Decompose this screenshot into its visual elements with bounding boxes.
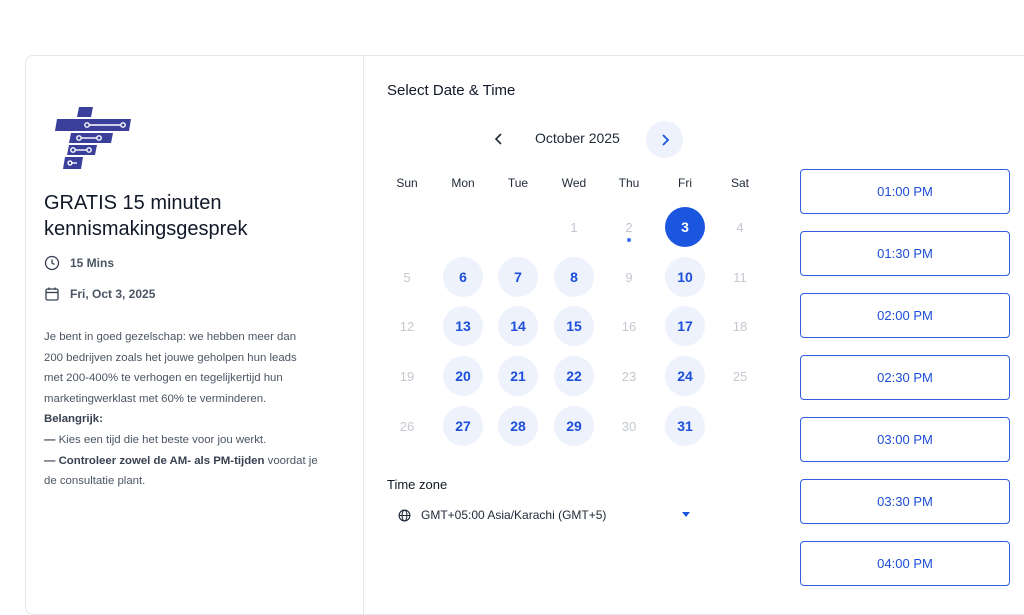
calendar-day-24[interactable]: 24 [665, 356, 705, 396]
event-title-line2: kennismakingsgesprek [44, 218, 248, 240]
weekday-tue: Tue [507, 176, 529, 190]
previous-month-button[interactable] [486, 125, 512, 153]
duration-text: 15 Mins [70, 256, 115, 270]
weekday-thu: Thu [618, 176, 640, 190]
calendar-day-13[interactable]: 13 [443, 306, 483, 346]
calendar-day-22[interactable]: 22 [554, 356, 594, 396]
bullet-2-line2: de consultatie plant. [44, 475, 146, 488]
today-indicator [627, 238, 631, 242]
date-row: Fri, Oct 3, 2025 [44, 286, 155, 302]
desc-line: marketingwerklast met 60% te verminderen… [44, 392, 267, 405]
calendar-day-31[interactable]: 31 [665, 406, 705, 446]
month-label: October 2025 [535, 130, 620, 146]
month-navigation: October 2025 [486, 121, 686, 158]
event-title-line1: GRATIS 15 minuten [44, 192, 222, 214]
calendar-day-15[interactable]: 15 [554, 306, 594, 346]
chevron-right-icon [661, 133, 669, 146]
calendar-day-27[interactable]: 27 [443, 406, 483, 446]
calendar-day-4: 4 [736, 219, 744, 235]
weekday-sun: Sun [396, 176, 418, 190]
time-slot-button[interactable]: 01:30 PM [800, 231, 1010, 276]
bullet-1-text: Kies een tijd die het beste voor jou wer… [58, 433, 267, 446]
time-slot-button[interactable]: 03:00 PM [800, 417, 1010, 462]
calendar-day-8[interactable]: 8 [554, 257, 594, 297]
calendar-day-28[interactable]: 28 [498, 406, 538, 446]
calendar-day-29[interactable]: 29 [554, 406, 594, 446]
calendar-day-21[interactable]: 21 [498, 356, 538, 396]
globe-icon [398, 509, 411, 521]
timezone-value: GMT+05:00 Asia/Karachi (GMT+5) [421, 508, 607, 522]
calendar-day-11: 11 [733, 269, 747, 285]
calendar-day-23: 23 [621, 368, 637, 384]
company-logo [55, 107, 131, 169]
calendar-day-26: 26 [399, 418, 415, 434]
calendar-day-9: 9 [625, 269, 633, 285]
bullet-2-rest: voordat je [264, 454, 318, 467]
dash-icon: — [44, 454, 56, 467]
calendar-day-25: 25 [732, 368, 748, 384]
calendar-day-12: 12 [399, 318, 415, 334]
section-title: Select Date & Time [387, 82, 516, 99]
weekday-fri: Fri [678, 176, 692, 190]
calendar-day-3[interactable]: 3 [665, 207, 705, 247]
calendar-day-20[interactable]: 20 [443, 356, 483, 396]
dash-icon: — [44, 433, 56, 446]
calendar-day-5: 5 [403, 269, 411, 285]
calendar-day-30: 30 [621, 418, 637, 434]
desc-line: 200 bedrijven zoals het jouwe geholpen h… [44, 351, 297, 364]
next-month-button[interactable] [646, 121, 683, 158]
time-slot-button[interactable]: 02:00 PM [800, 293, 1010, 338]
calendar-day-19: 19 [399, 368, 415, 384]
desc-line: Je bent in goed gezelschap: we hebben me… [44, 331, 297, 343]
bullet-2: — Controleer zowel de AM- als PM-tijden … [44, 451, 344, 472]
event-title: GRATIS 15 minuten kennismakingsgesprek [44, 190, 354, 242]
caret-down-icon [682, 512, 690, 517]
calendar-day-17[interactable]: 17 [665, 306, 705, 346]
time-slot-button[interactable]: 01:00 PM [800, 169, 1010, 214]
desc-line: met 200-400% te verhogen en tegelijkerti… [44, 372, 283, 385]
calendar-day-14[interactable]: 14 [498, 306, 538, 346]
event-details-panel: GRATIS 15 minuten kennismakingsgesprek 1… [25, 55, 364, 615]
weekday-sat: Sat [730, 176, 749, 190]
time-slot-button[interactable]: 02:30 PM [800, 355, 1010, 400]
calendar-day-1: 1 [570, 219, 578, 235]
bullet-2-bold: Controleer zowel de AM- als PM-tijden [58, 454, 265, 467]
clock-icon [44, 255, 60, 271]
weekday-mon: Mon [451, 176, 475, 190]
important-label: Belangrijk: [44, 413, 103, 426]
calendar-day-10[interactable]: 10 [665, 257, 705, 297]
timezone-select[interactable]: GMT+05:00 Asia/Karachi (GMT+5) [398, 503, 698, 527]
calendar-day-16: 16 [621, 318, 637, 334]
time-slot-button[interactable]: 04:00 PM [800, 541, 1010, 586]
chevron-left-icon [494, 133, 502, 145]
calendar-day-7[interactable]: 7 [498, 257, 538, 297]
calendar-icon [45, 287, 59, 301]
event-description: Je bent in goed gezelschap: we hebben me… [44, 327, 344, 492]
duration-row: 15 Mins [44, 255, 114, 271]
bullet-1: — Kies een tijd die het beste voor jou w… [44, 430, 344, 451]
selected-date-text: Fri, Oct 3, 2025 [70, 287, 156, 301]
timezone-label: Time zone [387, 477, 448, 492]
calendar-day-6[interactable]: 6 [443, 257, 483, 297]
weekday-wed: Wed [561, 176, 587, 190]
time-slot-button[interactable]: 03:30 PM [800, 479, 1010, 524]
calendar-day-18: 18 [732, 318, 748, 334]
